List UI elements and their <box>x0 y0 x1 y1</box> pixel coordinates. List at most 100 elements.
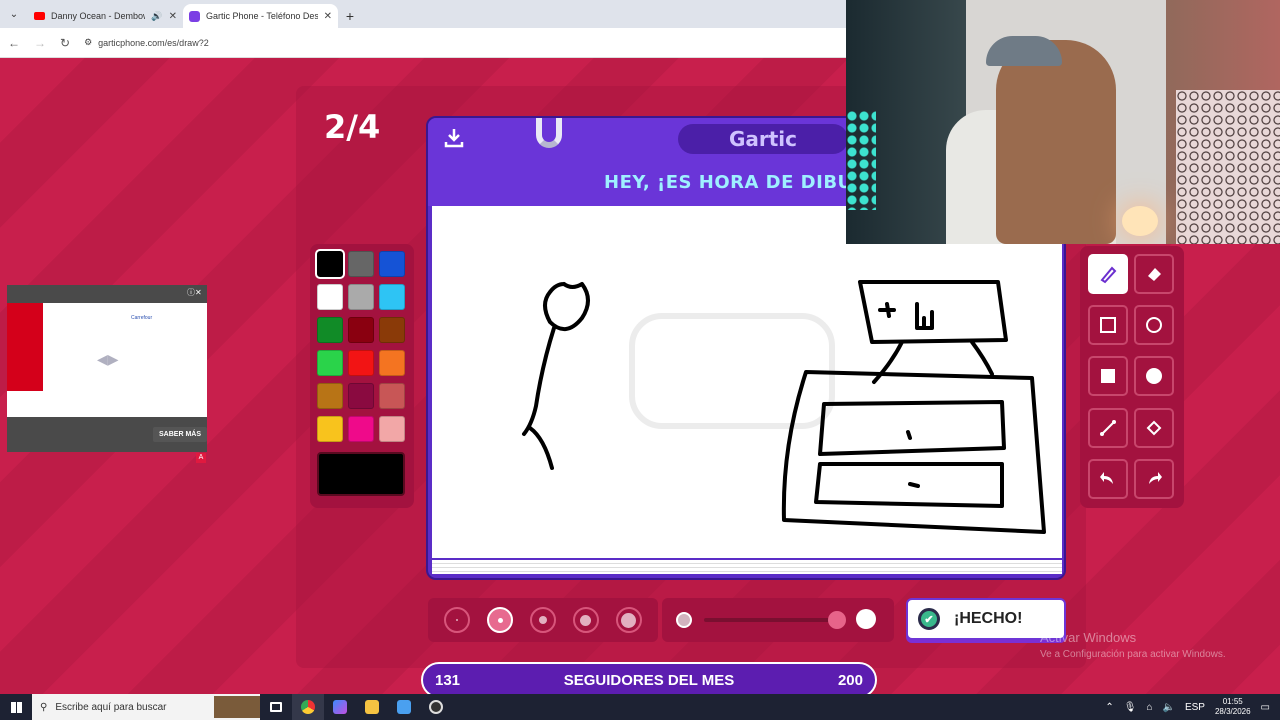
color-swatch[interactable] <box>348 317 374 343</box>
clock-time: 01:55 <box>1222 697 1243 706</box>
color-swatch[interactable] <box>379 416 405 442</box>
start-button[interactable] <box>0 694 32 720</box>
fill-bucket-tool[interactable] <box>1134 407 1174 448</box>
back-icon[interactable]: ← <box>8 36 20 50</box>
brush-size-3[interactable] <box>529 607 556 633</box>
activate-windows-watermark: Activar Windows Ve a Configuración para … <box>1040 630 1226 660</box>
advertisement[interactable]: ⓘ✕ Carrefour ◀▶ SABER MÁS <box>7 285 207 452</box>
color-swatch[interactable] <box>348 350 374 376</box>
ad-close-icon[interactable]: ⓘ✕ <box>187 287 202 298</box>
round-counter: 2/4 <box>324 108 381 146</box>
tab-list-button[interactable]: ⌄ <box>0 0 28 28</box>
copilot-icon[interactable] <box>324 694 356 720</box>
notifications-icon[interactable]: ▭ <box>1261 702 1270 713</box>
opacity-thumb[interactable] <box>828 611 846 629</box>
opacity-low-icon <box>676 612 692 628</box>
store-icon[interactable] <box>388 694 420 720</box>
opacity-track[interactable] <box>704 618 840 622</box>
color-swatch[interactable] <box>317 416 343 442</box>
forward-icon[interactable]: → <box>34 36 46 50</box>
task-view-icon[interactable] <box>260 694 292 720</box>
new-tab-button[interactable]: + <box>338 4 362 28</box>
followers-goal-bar: 131 SEGUIDORES DEL MES 200 <box>421 662 877 698</box>
color-swatch[interactable] <box>348 416 374 442</box>
color-swatch[interactable] <box>348 251 374 277</box>
brush-size-1[interactable] <box>444 607 471 633</box>
color-palette <box>310 244 414 508</box>
color-swatch[interactable] <box>317 284 343 310</box>
opacity-slider[interactable] <box>662 598 894 642</box>
reload-icon[interactable]: ↻ <box>60 36 70 50</box>
color-swatch[interactable] <box>379 383 405 409</box>
url-field[interactable]: ⚙ garticphone.com/es/draw?2 <box>84 37 209 48</box>
color-swatch[interactable] <box>317 383 343 409</box>
watermark-title: Activar Windows <box>1040 630 1137 645</box>
color-swatch[interactable] <box>348 284 374 310</box>
ad-brand: Carrefour <box>131 315 153 321</box>
line-tool[interactable] <box>1088 407 1128 448</box>
color-swatch[interactable] <box>315 249 345 279</box>
pencil-tool[interactable] <box>1088 254 1128 294</box>
obs-icon[interactable] <box>420 694 452 720</box>
stroke-body <box>522 326 556 436</box>
done-label: ¡HECHO! <box>954 610 1023 627</box>
brush-size-2[interactable] <box>487 607 514 633</box>
color-swatch[interactable] <box>317 317 343 343</box>
system-tray: ⌃ 🎙 ⌂ 🔈 ESP 01:55 28/3/2026 ▭ <box>1105 697 1280 717</box>
ad-cta-button[interactable]: SABER MÁS <box>153 427 207 442</box>
color-swatch[interactable] <box>379 284 405 310</box>
volume-icon[interactable]: 🔈 <box>1162 702 1174 713</box>
file-explorer-icon[interactable] <box>356 694 388 720</box>
color-swatch[interactable] <box>379 317 405 343</box>
rectangle-outline-tool[interactable] <box>1088 305 1128 346</box>
ad-red-block <box>7 303 43 391</box>
clock[interactable]: 01:55 28/3/2026 <box>1215 697 1251 717</box>
webcam-overlay <box>846 0 1280 244</box>
tab-title: Danny Ocean - Dembow (O <box>51 11 145 21</box>
site-info-icon[interactable]: ⚙ <box>84 37 92 48</box>
webcam-table <box>1176 90 1280 244</box>
watermark-logo-shape <box>629 313 835 429</box>
taskbar-search[interactable]: ⚲ Escribe aquí para buscar <box>32 694 260 720</box>
ad-image[interactable]: Carrefour ◀▶ <box>7 303 207 417</box>
mic-icon[interactable]: 🎙 <box>1124 702 1137 713</box>
brush-size-selector <box>428 598 658 642</box>
tray-chevron-icon[interactable]: ⌃ <box>1105 702 1113 713</box>
color-swatch[interactable] <box>379 251 405 277</box>
undo-tool[interactable] <box>1088 458 1128 499</box>
ellipse-filled-tool[interactable] <box>1134 356 1174 397</box>
download-icon[interactable] <box>442 126 466 150</box>
followers-goal: 200 <box>837 671 863 689</box>
color-swatch[interactable] <box>379 350 405 376</box>
brush-size-4[interactable] <box>572 607 599 633</box>
close-tab-icon[interactable]: ✕ <box>324 11 332 22</box>
rectangle-filled-tool[interactable] <box>1088 356 1128 397</box>
followers-label: SEGUIDORES DEL MES <box>563 671 735 689</box>
webcam-person <box>996 40 1116 244</box>
tab-gartic[interactable]: Gartic Phone - Teléfono Descor ✕ <box>183 4 338 28</box>
windows-taskbar: ⚲ Escribe aquí para buscar ⌃ 🎙 ⌂ 🔈 ESP 0… <box>0 694 1280 720</box>
network-icon[interactable]: ⌂ <box>1146 702 1152 713</box>
close-tab-icon[interactable]: ✕ <box>169 11 177 22</box>
prompt-heading: HEY, ¡ES HORA DE DIBU <box>604 172 853 193</box>
stroke-head <box>543 282 590 331</box>
color-swatch[interactable] <box>348 383 374 409</box>
followers-current: 131 <box>435 671 461 689</box>
chrome-icon[interactable] <box>292 694 324 720</box>
current-color-preview[interactable] <box>317 452 405 496</box>
windows-logo-icon <box>10 701 22 713</box>
redo-tool[interactable] <box>1134 458 1174 499</box>
paper-edge <box>432 560 1062 574</box>
stroke-mirror-marks <box>878 302 934 330</box>
speaker-icon[interactable]: 🔊 <box>151 11 162 22</box>
brush-size-5[interactable] <box>615 607 642 633</box>
eraser-tool[interactable] <box>1134 254 1174 294</box>
drawing-canvas[interactable] <box>432 206 1062 558</box>
color-swatch[interactable] <box>317 350 343 376</box>
youtube-icon <box>34 12 45 20</box>
keyboard-language[interactable]: ESP <box>1185 702 1205 713</box>
tab-youtube[interactable]: Danny Ocean - Dembow (O 🔊 ✕ <box>28 4 183 28</box>
opacity-high-icon <box>856 609 876 629</box>
ellipse-outline-tool[interactable] <box>1134 305 1174 346</box>
address-bar: ← → ↻ ⚙ garticphone.com/es/draw?2 <box>0 28 846 58</box>
